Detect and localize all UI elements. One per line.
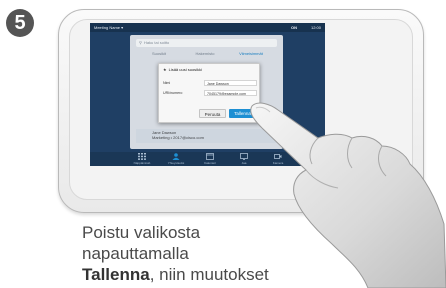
tab-favorites[interactable]: Suosikit: [136, 50, 182, 57]
caption-line: Tallenna, niin muutokset: [82, 264, 382, 285]
dock-label: Jaa: [241, 161, 247, 165]
name-field[interactable]: Jane Dawson: [204, 80, 257, 86]
meeting-name-menu[interactable]: Meeting Name ▾: [94, 23, 123, 32]
add-favorite-dialog: ★ Lisää uusi suosikki Nimi Jane Dawson UR…: [158, 63, 260, 123]
caption-line-rest: , niin muutokset: [149, 265, 269, 284]
keypad-icon: [138, 153, 146, 160]
tab-recent[interactable]: Viimeisimmät: [228, 50, 274, 57]
contacts-tabs: Suosikit Hakemisto Viimeisimmät: [136, 50, 277, 57]
name-field-label: Nimi: [163, 81, 171, 85]
dialog-title-text: Lisää uusi suosikki: [168, 67, 202, 72]
dock-item-contacts[interactable]: Yhteystiedot: [162, 153, 190, 165]
dock-label: Yhteystiedot: [167, 161, 185, 165]
clock: 12:00: [310, 25, 321, 30]
calendar-icon: [206, 153, 214, 160]
tab-directory[interactable]: Hakemisto: [182, 50, 228, 57]
status-bar: Meeting Name ▾ ON 12:00: [90, 23, 325, 32]
status-indicator: ON: [291, 25, 297, 30]
search-input[interactable]: ⚲ Haku tai soitto: [136, 39, 277, 47]
caption-line: napauttamalla: [82, 244, 189, 263]
dock-label: Kalenteri: [204, 161, 216, 165]
uri-field-label: URI/numero: [163, 91, 183, 95]
cancel-button[interactable]: Peruuta: [199, 109, 226, 118]
step-number-badge: 5: [6, 9, 34, 37]
star-icon: ★: [163, 67, 167, 72]
dock-item-calendar[interactable]: Kalenteri: [196, 153, 224, 165]
caption-emphasis: Tallenna: [82, 265, 150, 284]
name-field-row: Nimi Jane Dawson: [163, 80, 257, 86]
search-icon: ⚲: [139, 40, 142, 45]
share-icon: [240, 153, 248, 160]
dock-item-keypad[interactable]: Näppäimistö: [128, 153, 156, 165]
caption-line: Poistu valikosta: [82, 223, 201, 242]
contacts-icon: [172, 153, 180, 160]
dialog-title: ★ Lisää uusi suosikki: [163, 67, 202, 72]
instruction-caption: Poistu valikosta napauttamalla Tallenna,…: [82, 222, 382, 285]
dock-label: Näppäimistö: [133, 161, 151, 165]
uri-field[interactable]: 7045179@example.com: [204, 90, 257, 96]
search-placeholder: Haku tai soitto: [143, 40, 170, 45]
uri-field-row: URI/numero 7045179@example.com: [163, 90, 257, 96]
